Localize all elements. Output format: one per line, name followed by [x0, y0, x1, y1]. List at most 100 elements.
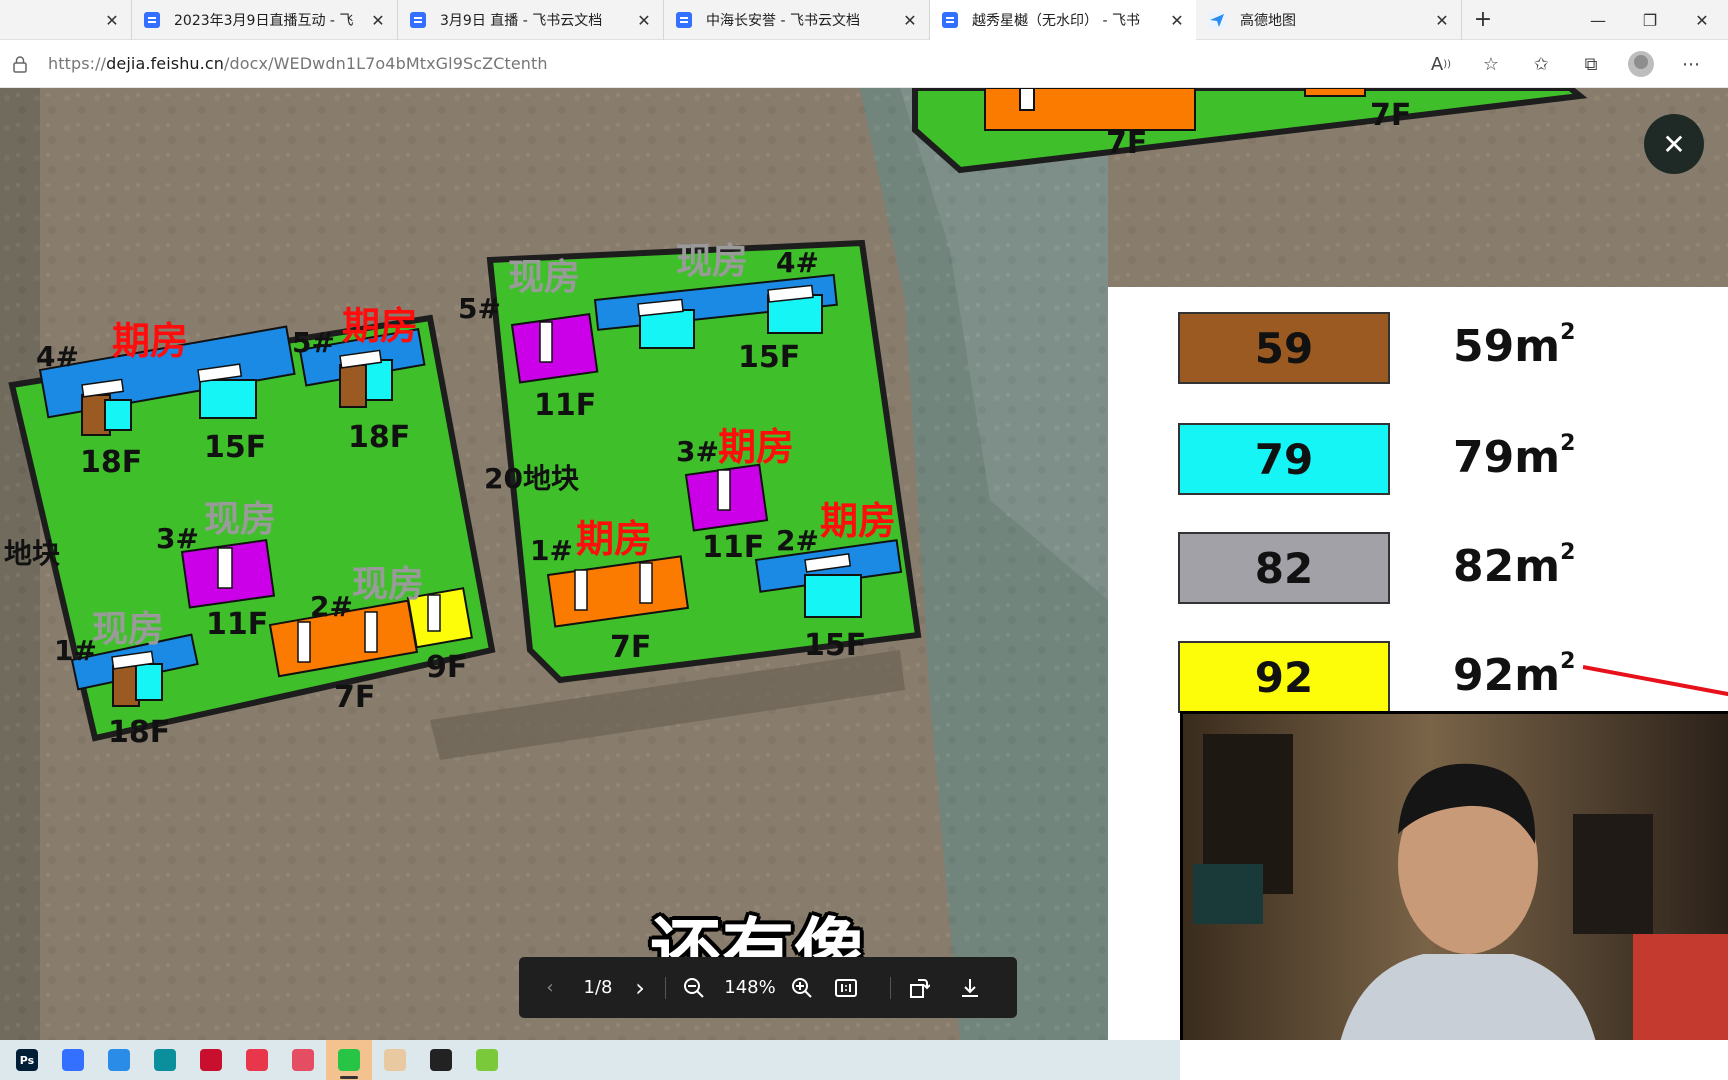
- photoshop-icon: Ps: [16, 1049, 38, 1071]
- feishu-icon: [62, 1049, 84, 1071]
- address-bar: https://dejia.feishu.cn/docx/WEDwdn1L7o4…: [0, 40, 1728, 88]
- legend-swatch: 79: [1178, 423, 1390, 495]
- profile-avatar[interactable]: [1616, 51, 1666, 77]
- taskbar-button[interactable]: [96, 1040, 142, 1080]
- tab-3[interactable]: 中海长安誉 - 飞书云文档 ✕: [664, 0, 930, 40]
- plan-label-floor: 15F: [204, 430, 267, 465]
- window-controls: — ❐ ✕: [1572, 0, 1728, 40]
- record-icon: [246, 1049, 268, 1071]
- legend-code: 92: [1254, 652, 1314, 702]
- next-page-button[interactable]: ›: [615, 957, 665, 1018]
- legend-area-value: 59m: [1453, 321, 1561, 372]
- close-tab-icon[interactable]: ✕: [901, 11, 919, 30]
- viewer-toolbar: ‹ 1/8 › 148%: [519, 957, 1017, 1018]
- legend-area: 59m2: [1453, 320, 1575, 372]
- tab-1[interactable]: 2023年3月9日直播互动 - 飞 ✕: [132, 0, 398, 40]
- add-favorite-icon[interactable]: ☆: [1466, 54, 1516, 75]
- plan-label-num: 2#: [776, 524, 819, 557]
- taskbar-button[interactable]: [234, 1040, 280, 1080]
- taskbar-button[interactable]: [50, 1040, 96, 1080]
- collections-icon[interactable]: ⧉: [1566, 54, 1616, 75]
- tab-4-active[interactable]: 越秀星樾（无水印） - 飞书 ✕: [930, 0, 1196, 40]
- plan-label-floor: 15F: [738, 340, 801, 375]
- close-tab-icon[interactable]: ✕: [369, 11, 387, 30]
- taskbar-button[interactable]: [464, 1040, 510, 1080]
- active-indicator: [340, 1076, 358, 1079]
- actual-size-button[interactable]: [826, 957, 866, 1018]
- prev-page-button[interactable]: ‹: [519, 957, 581, 1018]
- feishu-doc-icon: [144, 12, 160, 28]
- legend-area: 82m2: [1453, 540, 1575, 592]
- close-tab-icon[interactable]: ✕: [1168, 11, 1186, 30]
- rotate-button[interactable]: [891, 957, 947, 1018]
- url-scheme: https://: [48, 54, 107, 73]
- url-host: dejia.feishu.cn: [106, 54, 224, 73]
- taskbar-button[interactable]: Ps: [4, 1040, 50, 1080]
- url-path: /docx/WEDwdn1L7o4bMtxGl9ScZCtenth: [224, 54, 548, 73]
- zoom-in-icon: [792, 977, 812, 998]
- plan-label-red: 期房: [576, 517, 653, 561]
- close-tab-icon[interactable]: ✕: [103, 11, 121, 30]
- plan-label-floor: 11F: [702, 530, 765, 565]
- plan-label-num: 3#: [676, 435, 719, 468]
- tab-0[interactable]: ✕: [0, 0, 132, 40]
- obs-icon: [430, 1049, 452, 1071]
- taskbar-button[interactable]: [188, 1040, 234, 1080]
- tab-strip: ✕ 2023年3月9日直播互动 - 飞 ✕ 3月9日 直播 - 飞书云文档 ✕ …: [0, 0, 1728, 40]
- rotate-icon: [910, 978, 930, 998]
- close-window-icon[interactable]: ✕: [1676, 0, 1728, 40]
- webcam-overlay: [1180, 711, 1728, 1040]
- plan-label-num: 20地块: [484, 462, 579, 495]
- taskbar-button[interactable]: [372, 1040, 418, 1080]
- plan-label-num: 5#: [458, 292, 501, 325]
- plan-label-floor: 9F: [426, 650, 468, 685]
- plan-label-floor: 7F: [610, 630, 652, 665]
- zoom-out-button[interactable]: [666, 957, 722, 1018]
- close-tab-icon[interactable]: ✕: [1433, 11, 1451, 30]
- plan-label-floor: 18F: [80, 445, 143, 480]
- close-icon: ✕: [1662, 127, 1686, 161]
- plan-label-num: 1#: [530, 534, 573, 567]
- maps-icon: [476, 1049, 498, 1071]
- legend-area-value: 92m: [1453, 650, 1561, 701]
- plan-label-floor: 15F: [804, 628, 867, 663]
- tab-5[interactable]: 高德地图 ✕: [1196, 0, 1462, 40]
- butterfly-icon: [384, 1049, 406, 1071]
- legend-code: 82: [1254, 543, 1314, 593]
- legend-area-sup: 2: [1560, 540, 1576, 565]
- taskbar-button[interactable]: [418, 1040, 464, 1080]
- plan-label-num: 3#: [156, 522, 199, 555]
- read-aloud-icon[interactable]: A)): [1416, 54, 1466, 75]
- plan-label-num: 地块: [4, 537, 61, 570]
- minimize-icon[interactable]: —: [1572, 0, 1624, 40]
- zoom-level: 148%: [724, 977, 776, 998]
- tab-title: 2023年3月9日直播互动 - 飞: [174, 13, 354, 29]
- app-blue-icon: [108, 1049, 130, 1071]
- legend-area-value: 82m: [1453, 541, 1561, 592]
- new-tab-button[interactable]: +: [1462, 0, 1504, 39]
- lock-icon[interactable]: [12, 55, 28, 73]
- download-button[interactable]: [947, 957, 993, 1018]
- tab-2[interactable]: 3月9日 直播 - 飞书云文档 ✕: [398, 0, 664, 40]
- favorites-icon[interactable]: ✩: [1516, 54, 1566, 75]
- plan-label-num: 4#: [776, 246, 819, 279]
- taskbar-button[interactable]: [142, 1040, 188, 1080]
- windows-taskbar: Ps: [0, 1040, 1180, 1080]
- tab-title: 3月9日 直播 - 飞书云文档: [440, 13, 603, 29]
- plan-label-red: 期房: [718, 425, 795, 469]
- plan-label-floor: 11F: [534, 388, 597, 423]
- taskbar-button[interactable]: [280, 1040, 326, 1080]
- restore-icon[interactable]: ❐: [1624, 0, 1676, 40]
- close-viewer-button[interactable]: ✕: [1644, 114, 1704, 174]
- close-tab-icon[interactable]: ✕: [635, 11, 653, 30]
- plan-label-num: 1#: [54, 634, 97, 667]
- wechat-icon: [338, 1049, 360, 1071]
- url-field[interactable]: https://dejia.feishu.cn/docx/WEDwdn1L7o4…: [48, 54, 548, 73]
- avatar: [1628, 51, 1654, 77]
- plan-label-red: 期房: [112, 319, 189, 363]
- more-menu-icon[interactable]: ⋯: [1666, 54, 1716, 75]
- plan-label-floor: 7F: [1106, 126, 1148, 161]
- taskbar-button[interactable]: [326, 1040, 372, 1080]
- plan-label-floor: 11F: [206, 607, 269, 642]
- zoom-in-button[interactable]: [778, 957, 826, 1018]
